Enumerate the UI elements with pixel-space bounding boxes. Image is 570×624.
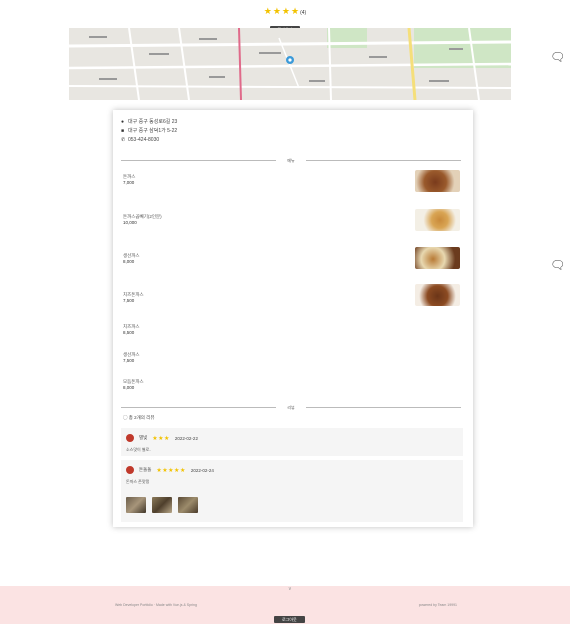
address-road: 대구 중구 동성로6길 23 <box>128 119 178 125</box>
review-item: 별빛 ★★★ 2022-02-22 소스맛이 별로.. <box>121 428 463 456</box>
review-stars: ★★★★★ <box>156 467 186 474</box>
restaurant-info: ● 대구 중구 동성로6길 23 ■ 대구 중구 삼덕1가 5-22 ✆ 053-42… <box>121 118 177 145</box>
menu-item: 생선까스 7,500 <box>123 352 140 364</box>
menu-item: 돈까스곱빼기(2인분) 10,000 <box>123 214 162 226</box>
rating-score: (4) <box>300 10 307 16</box>
menu-item: 돈까스 7,000 <box>123 174 135 186</box>
review-divider: 리뷰 <box>121 404 461 411</box>
phone-number: 053-424-8030 <box>128 137 160 143</box>
review-stars: ★★★ <box>152 435 170 442</box>
menu-item-price: 7,000 <box>123 180 135 185</box>
rating-stars-text: ★★★★ <box>263 6 301 16</box>
menu-item-price: 8,000 <box>123 259 135 264</box>
review-text: 소스맛이 별로.. <box>126 447 152 452</box>
menu-item: 생선까스 8,000 <box>123 253 140 265</box>
map-marker-icon: ■ <box>121 128 125 134</box>
menu-item-price: 10,000 <box>123 220 137 225</box>
menu-divider: 메뉴 <box>121 157 461 164</box>
rating-section: ★★★★(4) 평가하기 <box>0 0 570 33</box>
menu-item-price: 7,500 <box>123 298 135 303</box>
review-text: 돈까스 존맛탱 <box>126 479 150 484</box>
logout-button[interactable]: 로그아웃 <box>274 616 305 623</box>
footer-credit: Web Developer Portfolio · Made with Vue.… <box>115 603 197 607</box>
rating-stars: ★★★★(4) <box>0 6 570 18</box>
review-date: 2022-02-24 <box>190 467 214 473</box>
menu-photo[interactable] <box>415 170 460 192</box>
avatar <box>126 434 134 442</box>
location-pin-icon: ● <box>121 119 125 125</box>
restaurant-card: ● 대구 중구 동성로6길 23 ■ 대구 중구 삼덕1가 5-22 ✆ 053-42… <box>113 110 473 527</box>
menu-photo[interactable] <box>415 247 460 269</box>
review-photo[interactable] <box>152 497 172 513</box>
menu-item: 모듬돈까스 8,000 <box>123 379 144 391</box>
phone-icon: ✆ <box>121 137 126 143</box>
menu-photo[interactable] <box>415 209 460 231</box>
menu-item: 치즈까스 8,500 <box>123 324 140 336</box>
chat-icon[interactable]: 🗨 <box>550 258 570 272</box>
review-date: 2022-02-22 <box>174 435 198 441</box>
map-graphic <box>69 28 511 100</box>
menu-item-price: 8,500 <box>123 330 135 335</box>
review-heading: 리뷰 <box>287 405 295 410</box>
review-count: ◯ 총 2개의 리뷰 <box>123 415 154 421</box>
menu-item-price: 7,500 <box>123 358 135 363</box>
review-header: 돈돌돌 ★★★★★ 2022-02-24 <box>126 466 214 474</box>
map[interactable] <box>69 28 511 100</box>
review-user: 돈돌돌 <box>139 467 152 472</box>
footer-powered-by: powered by Team 19991 <box>418 603 457 607</box>
review-photo[interactable] <box>178 497 198 513</box>
menu-heading: 메뉴 <box>287 158 295 163</box>
review-photo[interactable] <box>126 497 146 513</box>
menu-item-price: 8,000 <box>123 385 135 390</box>
menu-photo[interactable] <box>415 284 460 306</box>
address-lot: 대구 중구 삼덕1가 5-22 <box>128 128 178 134</box>
review-item: 돈돌돌 ★★★★★ 2022-02-24 돈까스 존맛탱 <box>121 460 463 522</box>
chevron-down-icon[interactable]: ∨ <box>288 586 292 592</box>
footer: ∨ Web Developer Portfolio · Made with Vu… <box>0 586 570 624</box>
review-user: 별빛 <box>139 435 148 440</box>
comment-icon: ◯ <box>123 415 128 420</box>
review-count-text: 총 2개의 리뷰 <box>128 415 155 420</box>
review-header: 별빛 ★★★ 2022-02-22 <box>126 434 198 442</box>
chat-icon[interactable]: 🗨 <box>550 50 570 64</box>
menu-item: 치즈돈까스 7,500 <box>123 292 144 304</box>
avatar <box>126 466 134 474</box>
